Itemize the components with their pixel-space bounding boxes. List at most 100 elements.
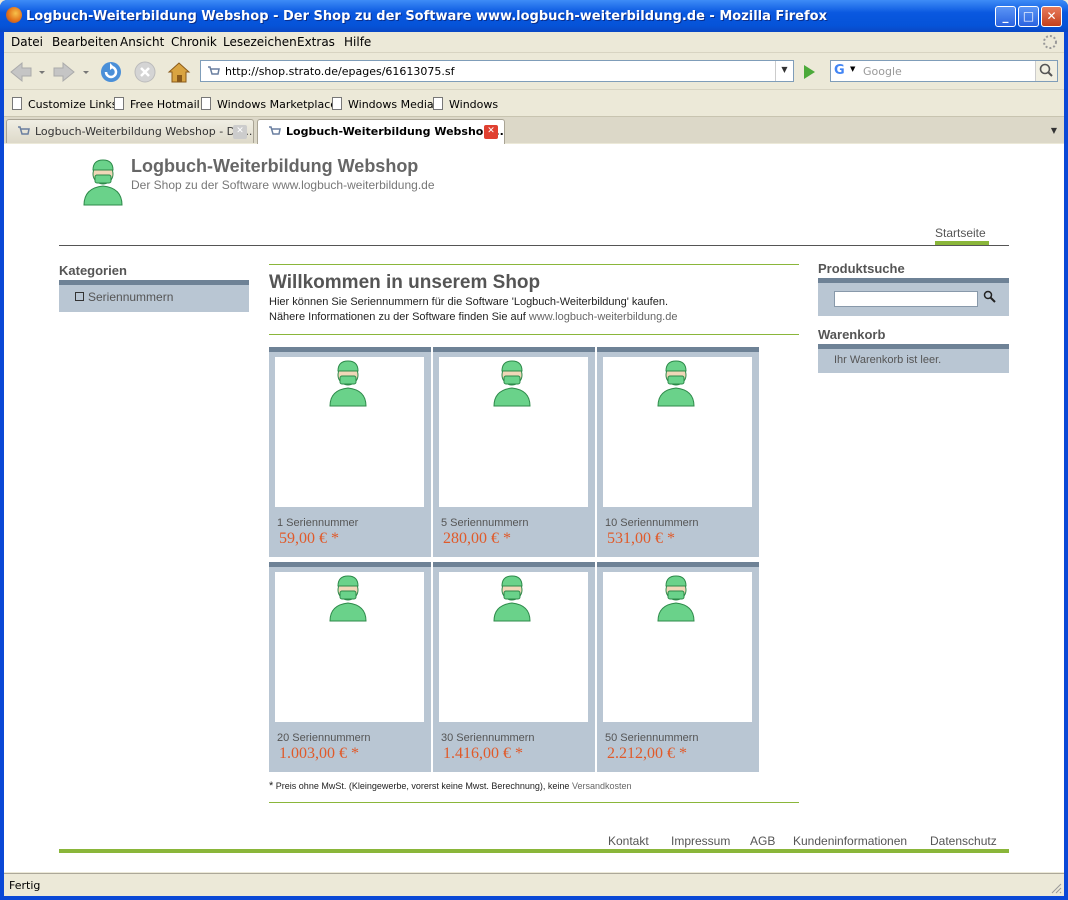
search-button[interactable]	[1035, 61, 1057, 81]
product-card[interactable]: 20 Seriennummern 1.003,00 € *	[269, 562, 431, 772]
navigation-toolbar: http://shop.strato.de/epages/61613075.sf…	[4, 54, 1064, 88]
url-dropdown-icon[interactable]: ▼	[775, 61, 793, 81]
tab-1[interactable]: Logbuch-Weiterbildung Webshop - De... ✕	[6, 119, 254, 143]
product-card[interactable]: 10 Seriennummern 531,00 € *	[597, 347, 759, 557]
menu-hilfe[interactable]: Hilfe	[344, 35, 371, 49]
footer-link-agb[interactable]: AGB	[750, 834, 775, 848]
page-icon	[433, 97, 443, 110]
magnifier-icon[interactable]	[983, 290, 997, 304]
product-price: 280,00 € *	[443, 530, 511, 547]
surgeon-product-icon	[493, 360, 531, 407]
bullet-square-icon	[75, 292, 84, 301]
search-heading: Produktsuche	[818, 261, 905, 276]
product-image[interactable]	[439, 572, 588, 722]
menu-ansicht[interactable]: Ansicht	[120, 35, 164, 49]
tab-close-icon[interactable]: ✕	[233, 125, 247, 139]
product-name[interactable]: 30 Seriennummern	[441, 732, 535, 744]
content-top-divider	[269, 264, 799, 265]
footer-link-impressum[interactable]: Impressum	[671, 834, 730, 848]
bookmark-customize-links[interactable]: Customize Links	[12, 97, 118, 111]
product-image[interactable]	[603, 572, 752, 722]
minimize-button[interactable]: _	[995, 6, 1016, 27]
price-footnote: * Preis ohne MwSt. (Kleingewerbe, vorers…	[269, 780, 632, 792]
footer-link-kontakt[interactable]: Kontakt	[608, 834, 649, 848]
product-image[interactable]	[275, 572, 424, 722]
reload-icon[interactable]	[98, 60, 124, 84]
product-search-input[interactable]	[834, 291, 978, 307]
home-icon[interactable]	[166, 60, 192, 84]
surgeon-product-icon	[493, 575, 531, 622]
search-engine-chevron-icon[interactable]: ▼	[850, 65, 855, 73]
product-name[interactable]: 10 Seriennummern	[605, 517, 699, 529]
status-text: Fertig	[9, 879, 41, 892]
tab-list-chevron-icon[interactable]: ▼	[1046, 121, 1062, 141]
product-image[interactable]	[439, 357, 588, 507]
product-name[interactable]: 5 Seriennummern	[441, 517, 528, 529]
forward-icon[interactable]	[51, 60, 77, 84]
window-title: Logbuch-Weiterbildung Webshop - Der Shop…	[26, 9, 827, 24]
browser-window: Logbuch-Weiterbildung Webshop - Der Shop…	[0, 0, 1068, 900]
page-icon	[332, 97, 342, 110]
back-icon[interactable]	[8, 60, 34, 84]
bookmark-windows[interactable]: Windows	[433, 97, 498, 111]
tab-close-icon[interactable]: ✕	[484, 125, 498, 139]
header-divider	[59, 245, 1009, 246]
surgeon-product-icon	[657, 575, 695, 622]
stop-icon[interactable]	[132, 60, 158, 84]
product-price: 2.212,00 € *	[607, 745, 687, 762]
search-bar[interactable]: G ▼ Google	[830, 60, 1058, 82]
magnifier-icon	[1039, 63, 1053, 77]
product-price: 1.416,00 € *	[443, 745, 523, 762]
cart-favicon-icon	[18, 126, 30, 135]
menu-extras[interactable]: Extras	[297, 35, 335, 49]
content-bottom-divider	[269, 802, 799, 803]
menu-datei[interactable]: Datei	[11, 35, 43, 49]
intro-divider	[269, 334, 799, 335]
surgeon-product-icon	[329, 575, 367, 622]
bookmarks-toolbar: Customize Links Free Hotmail Windows Mar…	[4, 89, 1064, 116]
nav-startseite[interactable]: Startseite	[935, 226, 986, 240]
tab-2[interactable]: Logbuch-Weiterbildung Webshop... ✕	[257, 119, 505, 144]
shop-title: Logbuch-Weiterbildung Webshop	[131, 156, 419, 176]
product-price: 1.003,00 € *	[279, 745, 359, 762]
product-card[interactable]: 50 Seriennummern 2.212,00 € *	[597, 562, 759, 772]
shipping-link[interactable]: Versandkosten	[572, 781, 632, 791]
url-bar[interactable]: http://shop.strato.de/epages/61613075.sf…	[200, 60, 794, 82]
intro-line-2: Nähere Informationen zu der Software fin…	[269, 311, 678, 323]
menu-chronik[interactable]: Chronik	[171, 35, 217, 49]
page-icon	[201, 97, 211, 110]
maximize-button[interactable]: □	[1018, 6, 1039, 27]
title-bar: Logbuch-Weiterbildung Webshop - Der Shop…	[0, 0, 1068, 32]
bookmark-free-hotmail[interactable]: Free Hotmail	[114, 97, 200, 111]
menu-lesezeichen[interactable]: Lesezeichen	[223, 35, 297, 49]
bookmark-windows-marketplace[interactable]: Windows Marketplace	[201, 97, 337, 111]
cart-favicon-icon	[208, 66, 220, 75]
google-icon[interactable]: G	[834, 63, 845, 78]
welcome-heading: Willkommen in unserem Shop	[269, 272, 541, 293]
product-name[interactable]: 1 Seriennummer	[277, 517, 358, 529]
product-price: 59,00 € *	[279, 530, 339, 547]
tab-label: Logbuch-Weiterbildung Webshop - De...	[35, 125, 253, 138]
product-card[interactable]: 5 Seriennummern 280,00 € *	[433, 347, 595, 557]
product-search-box	[818, 278, 1009, 316]
menu-bearbeiten[interactable]: Bearbeiten	[52, 35, 118, 49]
product-image[interactable]	[275, 357, 424, 507]
go-icon[interactable]	[799, 62, 819, 82]
surgeon-logo-icon	[83, 159, 123, 206]
forward-history-chevron-icon[interactable]	[82, 60, 90, 84]
product-name[interactable]: 20 Seriennummern	[277, 732, 371, 744]
software-link[interactable]: www.logbuch-weiterbildung.de	[529, 311, 678, 323]
product-card[interactable]: 30 Seriennummern 1.416,00 € *	[433, 562, 595, 772]
product-name[interactable]: 50 Seriennummern	[605, 732, 699, 744]
footer-link-datenschutz[interactable]: Datenschutz	[930, 834, 997, 848]
bookmark-windows-media[interactable]: Windows Media	[332, 97, 434, 111]
back-history-chevron-icon[interactable]	[38, 60, 46, 84]
category-seriennummern[interactable]: Seriennummern	[75, 290, 173, 304]
close-button[interactable]: ✕	[1041, 6, 1062, 27]
footer-link-kundeninformationen[interactable]: Kundeninformationen	[793, 834, 907, 848]
product-image[interactable]	[603, 357, 752, 507]
intro-line-1: Hier können Sie Seriennummern für die So…	[269, 296, 668, 308]
resize-grip-icon[interactable]	[1050, 882, 1062, 894]
product-card[interactable]: 1 Seriennummer 59,00 € *	[269, 347, 431, 557]
page-icon	[114, 97, 124, 110]
